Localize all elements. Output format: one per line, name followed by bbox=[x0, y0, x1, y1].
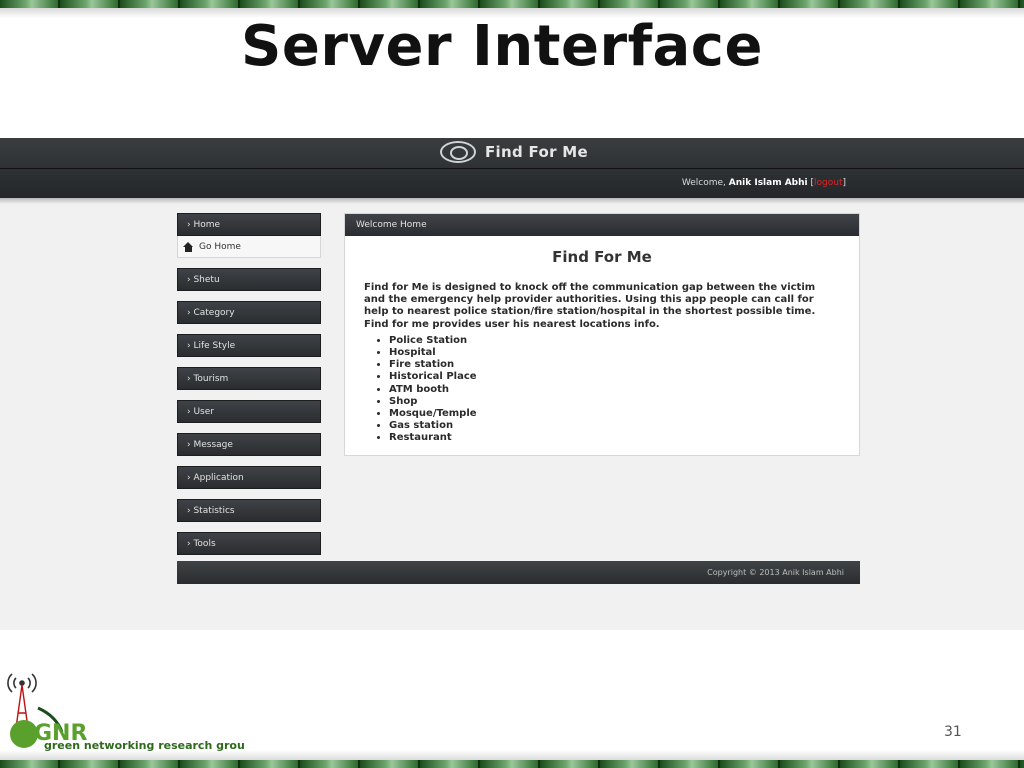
list-item: Gas station bbox=[389, 420, 859, 432]
sidebar-item-message[interactable]: › Message bbox=[177, 433, 321, 456]
content-panel: Welcome Home Find For Me Find for Me is … bbox=[344, 213, 860, 456]
welcome-prefix: Welcome, bbox=[681, 178, 726, 188]
app-footer: Copyright © 2013 Anik Islam Abhi bbox=[177, 561, 860, 584]
sidebar-item-statistics[interactable]: › Statistics bbox=[177, 499, 321, 522]
welcome-user: Anik Islam Abhi bbox=[728, 178, 808, 188]
app-screenshot: Find For Me Welcome, Anik Islam Abhi [lo… bbox=[0, 138, 1024, 630]
logout-link[interactable]: logout bbox=[814, 178, 842, 188]
sidebar-item-tourism[interactable]: › Tourism bbox=[177, 367, 321, 390]
list-item: Mosque/Temple bbox=[389, 408, 859, 420]
sidebar-item-tools[interactable]: › Tools bbox=[177, 532, 321, 555]
list-item: Shop bbox=[389, 396, 859, 408]
list-item: Hospital bbox=[389, 347, 859, 359]
sidebar-item-home[interactable]: › Home bbox=[177, 213, 321, 236]
search-bubble-icon bbox=[440, 141, 476, 163]
list-item: Police Station bbox=[389, 335, 859, 347]
sidebar-item-application[interactable]: › Application bbox=[177, 466, 321, 489]
top-stripe bbox=[0, 0, 1024, 8]
go-home-label: Go Home bbox=[199, 241, 241, 252]
list-item: Historical Place bbox=[389, 371, 859, 383]
list-item: Fire station bbox=[389, 359, 859, 371]
welcome-message: Welcome, Anik Islam Abhi [logout] bbox=[682, 178, 846, 188]
sidebar: › Home Go Home › Shetu › Category › Life… bbox=[177, 213, 321, 565]
sidebar-item-life-style[interactable]: › Life Style bbox=[177, 334, 321, 357]
sidebar-item-shetu[interactable]: › Shetu bbox=[177, 268, 321, 291]
sidebar-item-user[interactable]: › User bbox=[177, 400, 321, 423]
panel-header: Welcome Home bbox=[345, 214, 859, 236]
list-item: Restaurant bbox=[389, 432, 859, 444]
location-list: Police Station Hospital Fire station His… bbox=[389, 335, 859, 445]
app-logo[interactable]: Find For Me bbox=[440, 139, 588, 165]
panel-description: Find for Me is designed to knock off the… bbox=[364, 282, 816, 330]
slide-title: Server Interface bbox=[241, 14, 763, 79]
bottom-stripe-shadow bbox=[0, 750, 1024, 760]
app-header: Find For Me Welcome, Anik Islam Abhi [lo… bbox=[0, 138, 1024, 198]
page-number: 31 bbox=[944, 724, 962, 740]
sidebar-item-category[interactable]: › Category bbox=[177, 301, 321, 324]
bottom-stripe bbox=[0, 760, 1024, 768]
logout-close-bracket: ] bbox=[842, 178, 846, 188]
panel-title: Find For Me bbox=[552, 248, 652, 266]
list-item: ATM booth bbox=[389, 384, 859, 396]
gnr-logo: GNR green networking research group bbox=[7, 673, 244, 752]
antenna-icon bbox=[7, 673, 37, 729]
go-home-link[interactable]: Go Home bbox=[177, 236, 321, 258]
header-fade bbox=[0, 198, 1024, 204]
app-name: Find For Me bbox=[485, 143, 588, 161]
home-icon bbox=[183, 241, 194, 252]
header-divider bbox=[0, 168, 1024, 169]
